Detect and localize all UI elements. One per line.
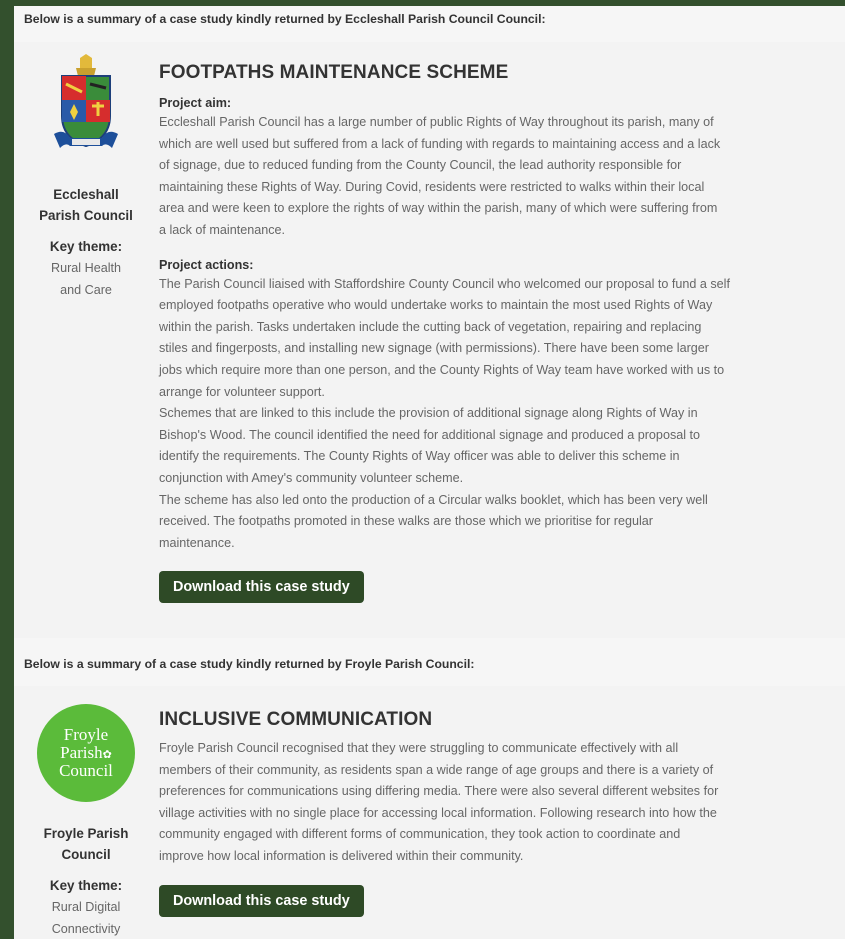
key-theme-label: Key theme:	[49, 239, 123, 254]
froyle-logo: Froyle Parish✿ Council	[37, 704, 135, 802]
text-line: of signage, due to reduced funding from …	[159, 158, 682, 173]
org-column: Froyle Parish✿ Council Froyle Parish Cou…	[24, 704, 148, 939]
text-line: Froyle Parish Council recognised that th…	[159, 741, 679, 755]
key-theme-label: Key theme:	[49, 878, 123, 893]
text-line: area and were keen to explore the rights…	[159, 201, 718, 216]
download-case-study-button[interactable]: Download this case study	[159, 884, 364, 917]
key-theme-value: Rural Digital	[51, 900, 121, 914]
text-line: The scheme has also led onto the product…	[159, 492, 708, 507]
case-study-intro: Below is a summary of a case study kindl…	[24, 657, 475, 671]
text-line: jobs which require more than one person,…	[159, 362, 725, 377]
text-line: preferences for communications using dif…	[159, 784, 719, 799]
org-name-line: Froyle Parish	[43, 826, 129, 841]
text-line: stiles and fingerposts, and installing n…	[159, 341, 709, 356]
leaf-icon: ✿	[102, 749, 112, 761]
case-study-description: Froyle Parish Council recognised that th…	[159, 738, 845, 868]
key-theme-value: Connectivity	[51, 922, 121, 936]
org-column: Eccleshall Parish Council Key theme: Rur…	[24, 54, 148, 301]
text-line: arrange for volunteer support.	[159, 384, 325, 399]
logo-text: Froyle	[63, 725, 109, 744]
case-study-card: Froyle Parish✿ Council Froyle Parish Cou…	[14, 686, 845, 939]
text-line: within the parish. Tasks undertaken incl…	[159, 319, 702, 334]
text-line: employed footpaths operative who would u…	[159, 298, 713, 313]
logo-text-parish: Parish	[60, 743, 103, 762]
text-line: community engaged with different forms o…	[159, 827, 681, 842]
case-study-title: FOOTPATHS MAINTENANCE SCHEME	[159, 62, 509, 83]
text-line: Schemes that are linked to this include …	[159, 406, 698, 421]
case-study-content: INCLUSIVE COMMUNICATION Froyle Parish Co…	[159, 709, 845, 917]
project-aim-heading: Project aim:	[159, 96, 232, 110]
text-line: a lack of maintenance.	[159, 222, 286, 237]
text-line: maintaining these Rights of Way. During …	[159, 179, 705, 194]
text-line: identify the requirements. The County Ri…	[159, 449, 680, 464]
project-actions-text: The Parish Council liaised with Stafford…	[159, 274, 845, 555]
download-case-study-button[interactable]: Download this case study	[159, 571, 364, 604]
text-line: conjunction with Amey's community volunt…	[159, 470, 464, 485]
page-frame: Below is a summary of a case study kindl…	[14, 6, 845, 939]
text-line: received. The footpaths promoted in thes…	[159, 514, 653, 529]
text-line: which are well used but suffered from a …	[159, 136, 721, 151]
logo-text: Council	[59, 761, 113, 780]
key-theme-value: Rural Health	[51, 261, 121, 275]
text-line: The Parish Council liaised with Stafford…	[159, 276, 730, 291]
project-actions-heading: Project actions:	[159, 257, 254, 272]
text-line: village activities with no single place …	[159, 805, 717, 820]
text-line: members of their community, as residents…	[159, 762, 714, 777]
project-aim-text: Eccleshall Parish Council has a large nu…	[159, 112, 845, 242]
case-study-title: INCLUSIVE COMMUNICATION	[159, 709, 433, 730]
text-line: improve how local information is deliver…	[159, 848, 524, 863]
text-line: maintenance.	[159, 535, 235, 550]
org-name-line: Council	[61, 847, 111, 862]
text-line: Bishop's Wood. The council identified th…	[159, 427, 701, 442]
case-study-content: FOOTPATHS MAINTENANCE SCHEME Project aim…	[159, 62, 845, 604]
text-line: Eccleshall Parish Council has a large nu…	[159, 115, 714, 129]
case-study-card: Eccleshall Parish Council Key theme: Rur…	[14, 42, 845, 638]
org-name-line: Eccleshall	[53, 187, 119, 202]
org-name-line: Parish Council	[39, 208, 133, 223]
case-study-intro: Below is a summary of a case study kindl…	[24, 12, 546, 26]
key-theme-value: and Care	[60, 283, 112, 297]
eccleshall-crest-icon	[54, 54, 118, 148]
